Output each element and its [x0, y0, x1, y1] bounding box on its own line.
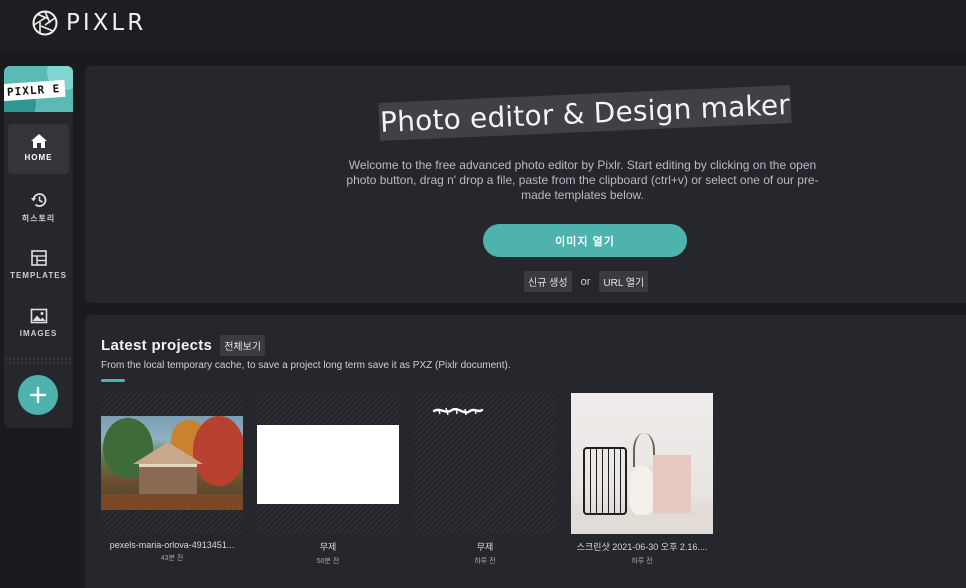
project-name: 무제: [319, 542, 337, 552]
hero-links: 신규 생성 or URL 열기: [524, 271, 649, 292]
app-name: PIXLR: [66, 10, 147, 36]
project-name: 스크린샷 2021-06-30 오후 2.16....: [576, 542, 708, 552]
latest-projects-panel: Latest projects 전체보기 From the local temp…: [85, 315, 966, 588]
hero-title-box: Photo editor & Design maker: [378, 85, 792, 141]
home-icon: [30, 134, 47, 148]
hero-title: Photo editor & Design maker: [379, 87, 791, 139]
or-text: or: [580, 275, 591, 288]
projects-underline: [101, 379, 125, 382]
templates-icon: [30, 250, 47, 266]
open-image-button[interactable]: 이미지 열기: [483, 224, 687, 257]
project-thumbnail[interactable]: [414, 393, 556, 534]
projects-header: Latest projects 전체보기: [101, 335, 266, 356]
sidebar-item-label: IMAGES: [19, 329, 58, 338]
project-thumbnail[interactable]: [571, 393, 713, 534]
project-card[interactable]: 무제 하루 전: [414, 393, 556, 566]
sidebar-item-label: 히스토리: [21, 214, 56, 223]
hero-panel: Photo editor & Design maker Welcome to t…: [85, 66, 966, 303]
sidebar-divider: [4, 357, 73, 365]
project-card[interactable]: pexels-maria-orlova-4913451... 43분 전: [101, 393, 243, 563]
project-name: pexels-maria-orlova-4913451...: [109, 540, 235, 550]
project-name: 무제: [476, 542, 494, 552]
sidebar-item-history[interactable]: 히스토리: [8, 182, 69, 232]
project-thumbnail[interactable]: [257, 393, 399, 534]
images-icon: [30, 308, 47, 324]
sidebar-item-home[interactable]: HOME: [8, 124, 69, 174]
pixlr-e-badge: PIXLR E: [4, 79, 66, 102]
pixlr-logo[interactable]: PIXLR: [32, 10, 146, 36]
hero-description: Welcome to the free advanced photo edito…: [346, 158, 819, 202]
top-bar: PIXLR: [0, 0, 966, 52]
plus-icon: [29, 386, 47, 404]
project-time: 43분 전: [160, 555, 184, 562]
add-button[interactable]: [18, 375, 58, 415]
project-card[interactable]: 무제 50분 전: [257, 393, 399, 566]
project-time: 50분 전: [316, 558, 340, 565]
project-card[interactable]: 스크린샷 2021-06-30 오후 2.16.... 하루 전: [571, 393, 713, 566]
history-icon: [30, 193, 46, 207]
project-thumbnail[interactable]: [101, 393, 243, 534]
brush-stroke-graphic: [432, 407, 484, 416]
blank-white-canvas: [257, 425, 399, 504]
project-time: 하루 전: [474, 558, 496, 565]
projects-title: Latest projects: [101, 337, 213, 354]
carousel-photo: [101, 416, 243, 510]
sidebar: PIXLR E HOME 히스토리 TEMPLATES IMAGES: [4, 66, 73, 428]
view-all-button[interactable]: 전체보기: [220, 335, 266, 356]
sidebar-item-templates[interactable]: TEMPLATES: [8, 240, 69, 290]
open-url-link[interactable]: URL 열기: [599, 271, 649, 292]
projects-subtitle: From the local temporary cache, to save …: [101, 360, 511, 371]
sidebar-item-label: TEMPLATES: [10, 271, 67, 280]
sidebar-item-label: HOME: [24, 153, 53, 162]
still-life-photo: [571, 393, 713, 534]
pixlr-e-thumbnail[interactable]: PIXLR E: [4, 66, 73, 112]
sidebar-item-images[interactable]: IMAGES: [8, 298, 69, 348]
aperture-icon: [32, 10, 58, 36]
project-time: 하루 전: [631, 558, 653, 565]
create-new-link[interactable]: 신규 생성: [524, 271, 572, 292]
